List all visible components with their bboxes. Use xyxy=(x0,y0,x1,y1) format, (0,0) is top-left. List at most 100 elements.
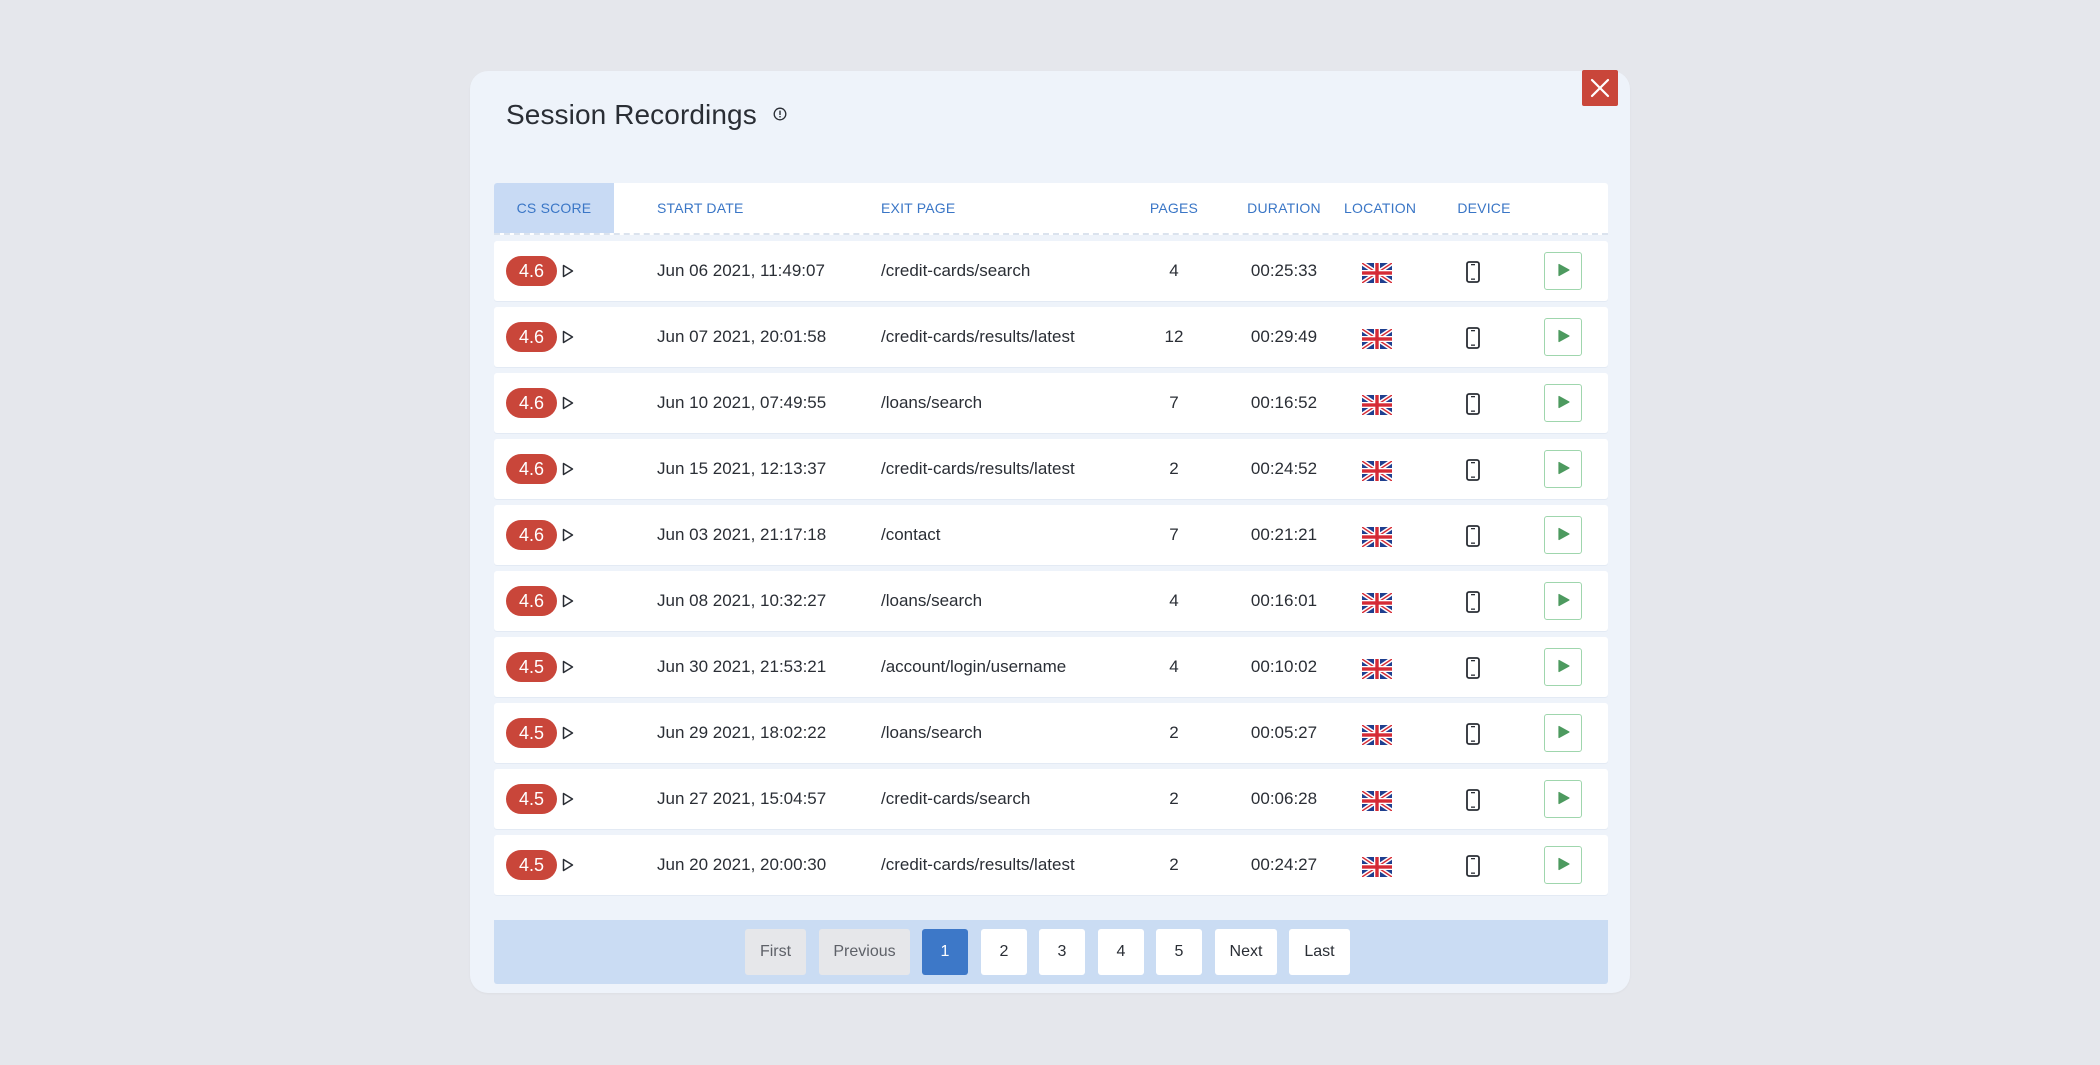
exit-page-cell: /loans/search xyxy=(881,591,983,610)
uk-flag-icon xyxy=(1360,723,1394,750)
duration-cell: 00:29:49 xyxy=(1250,327,1318,346)
pages-cell: 2 xyxy=(1169,855,1179,874)
mobile-phone-icon xyxy=(1466,789,1480,816)
duration-cell: 00:24:27 xyxy=(1250,855,1318,874)
duration-cell: 00:05:27 xyxy=(1250,723,1318,742)
play-outline-icon[interactable] xyxy=(562,462,574,481)
pages-cell: 7 xyxy=(1169,393,1179,412)
mobile-phone-icon xyxy=(1466,657,1480,684)
pagination-first-button[interactable]: First xyxy=(745,929,806,975)
start-date-cell: Jun 27 2021, 15:04:57 xyxy=(657,789,827,808)
column-header-device[interactable]: DEVICE xyxy=(1449,183,1519,233)
column-header-duration[interactable]: DURATION xyxy=(1234,183,1334,233)
pagination-page-5[interactable]: 5 xyxy=(1156,929,1202,975)
duration-cell: 00:24:52 xyxy=(1250,459,1318,478)
play-outline-icon[interactable] xyxy=(562,726,574,745)
uk-flag-icon xyxy=(1360,591,1394,618)
duration-cell: 00:25:33 xyxy=(1250,261,1318,280)
cs-score-badge: 4.5 xyxy=(506,652,557,682)
pagination-next-button[interactable]: Next xyxy=(1215,929,1277,975)
cs-score-badge: 4.5 xyxy=(506,784,557,814)
mobile-phone-icon xyxy=(1466,327,1480,354)
column-header-location[interactable]: LOCATION xyxy=(1344,183,1416,233)
exit-page-cell: /contact xyxy=(881,525,941,544)
play-recording-button[interactable] xyxy=(1544,384,1582,422)
close-button[interactable] xyxy=(1582,70,1618,106)
play-outline-icon[interactable] xyxy=(562,858,574,877)
pagination-bar: First Previous 1 2 3 4 5 Next Last xyxy=(494,920,1608,984)
cs-score-badge: 4.5 xyxy=(506,718,557,748)
column-header-exit-page[interactable]: EXIT PAGE xyxy=(881,183,955,233)
exit-page-cell: /loans/search xyxy=(881,393,983,412)
play-recording-button[interactable] xyxy=(1544,780,1582,818)
play-outline-icon[interactable] xyxy=(562,396,574,415)
pages-cell: 2 xyxy=(1169,459,1179,478)
start-date-cell: Jun 03 2021, 21:17:18 xyxy=(657,525,827,544)
play-outline-icon[interactable] xyxy=(562,528,574,547)
cs-score-badge: 4.5 xyxy=(506,850,557,880)
start-date-cell: Jun 08 2021, 10:32:27 xyxy=(657,591,827,610)
pages-cell: 4 xyxy=(1169,657,1179,676)
pagination-last-button[interactable]: Last xyxy=(1289,929,1350,975)
table-row[interactable]: 4.5 Jun 20 2021, 20:00:30/credit-cards/re… xyxy=(494,835,1608,895)
exit-page-cell: /credit-cards/search xyxy=(881,261,1031,280)
pagination-page-4[interactable]: 4 xyxy=(1098,929,1144,975)
table-row[interactable]: 4.6 Jun 06 2021, 11:49:07/credit-cards/se… xyxy=(494,241,1608,301)
table-row[interactable]: 4.6 Jun 08 2021, 10:32:27/loans/search 4 00… xyxy=(494,571,1608,631)
pagination-previous-button[interactable]: Previous xyxy=(819,929,910,975)
play-recording-button[interactable] xyxy=(1544,846,1582,884)
play-recording-button[interactable] xyxy=(1544,648,1582,686)
table-row[interactable]: 4.5 Jun 29 2021, 18:02:22/loans/search 2 00… xyxy=(494,703,1608,763)
pagination-page-1[interactable]: 1 xyxy=(922,929,968,975)
table-row[interactable]: 4.5 Jun 27 2021, 15:04:57/credit-cards/se… xyxy=(494,769,1608,829)
play-recording-button[interactable] xyxy=(1544,450,1582,488)
uk-flag-icon xyxy=(1360,855,1394,882)
mobile-phone-icon xyxy=(1466,591,1480,618)
duration-cell: 00:16:52 xyxy=(1250,393,1318,412)
pages-cell: 7 xyxy=(1169,525,1179,544)
play-recording-button[interactable] xyxy=(1544,516,1582,554)
play-outline-icon[interactable] xyxy=(562,594,574,613)
cs-score-badge: 4.6 xyxy=(506,454,557,484)
exit-page-cell: /credit-cards/results/latest xyxy=(881,327,1075,346)
play-recording-button[interactable] xyxy=(1544,714,1582,752)
exit-page-cell: /credit-cards/search xyxy=(881,789,1031,808)
uk-flag-icon xyxy=(1360,657,1394,684)
table-row[interactable]: 4.6 Jun 03 2021, 21:17:18/contact 7 00:21:2… xyxy=(494,505,1608,565)
pagination-page-3[interactable]: 3 xyxy=(1039,929,1085,975)
table-row[interactable]: 4.6 Jun 07 2021, 20:01:58/credit-cards/re… xyxy=(494,307,1608,367)
exit-page-cell: /loans/search xyxy=(881,723,983,742)
duration-cell: 00:16:01 xyxy=(1250,591,1318,610)
duration-cell: 00:10:02 xyxy=(1250,657,1318,676)
info-icon[interactable] xyxy=(773,107,787,126)
play-recording-button[interactable] xyxy=(1544,252,1582,290)
cs-score-badge: 4.6 xyxy=(506,586,557,616)
column-header-start-date[interactable]: START DATE xyxy=(657,183,744,233)
cs-score-badge: 4.6 xyxy=(506,256,557,286)
play-outline-icon[interactable] xyxy=(562,330,574,349)
start-date-cell: Jun 06 2021, 11:49:07 xyxy=(657,261,825,280)
table-body: 4.6 Jun 06 2021, 11:49:07/credit-cards/se… xyxy=(494,241,1608,895)
play-recording-button[interactable] xyxy=(1544,318,1582,356)
play-outline-icon[interactable] xyxy=(562,792,574,811)
uk-flag-icon xyxy=(1360,525,1394,552)
pages-cell: 4 xyxy=(1169,591,1179,610)
pagination-page-2[interactable]: 2 xyxy=(981,929,1027,975)
play-recording-button[interactable] xyxy=(1544,582,1582,620)
uk-flag-icon xyxy=(1360,393,1394,420)
modal-header: Session Recordings xyxy=(506,95,787,135)
table-row[interactable]: 4.6 Jun 10 2021, 07:49:55/loans/search 7 00… xyxy=(494,373,1608,433)
table-row[interactable]: 4.6 Jun 15 2021, 12:13:37/credit-cards/re… xyxy=(494,439,1608,499)
play-outline-icon[interactable] xyxy=(562,660,574,679)
cs-score-badge: 4.6 xyxy=(506,388,557,418)
column-header-pages[interactable]: PAGES xyxy=(1134,183,1214,233)
mobile-phone-icon xyxy=(1466,855,1480,882)
play-outline-icon[interactable] xyxy=(562,264,574,283)
table-row[interactable]: 4.5 Jun 30 2021, 21:53:21/account/login/u… xyxy=(494,637,1608,697)
exit-page-cell: /credit-cards/results/latest xyxy=(881,855,1075,874)
exit-page-cell: /account/login/username xyxy=(881,657,1067,676)
start-date-cell: Jun 29 2021, 18:02:22 xyxy=(657,723,827,742)
mobile-phone-icon xyxy=(1466,459,1480,486)
column-header-cs-score[interactable]: CS SCORE xyxy=(494,183,614,233)
start-date-cell: Jun 15 2021, 12:13:37 xyxy=(657,459,827,478)
